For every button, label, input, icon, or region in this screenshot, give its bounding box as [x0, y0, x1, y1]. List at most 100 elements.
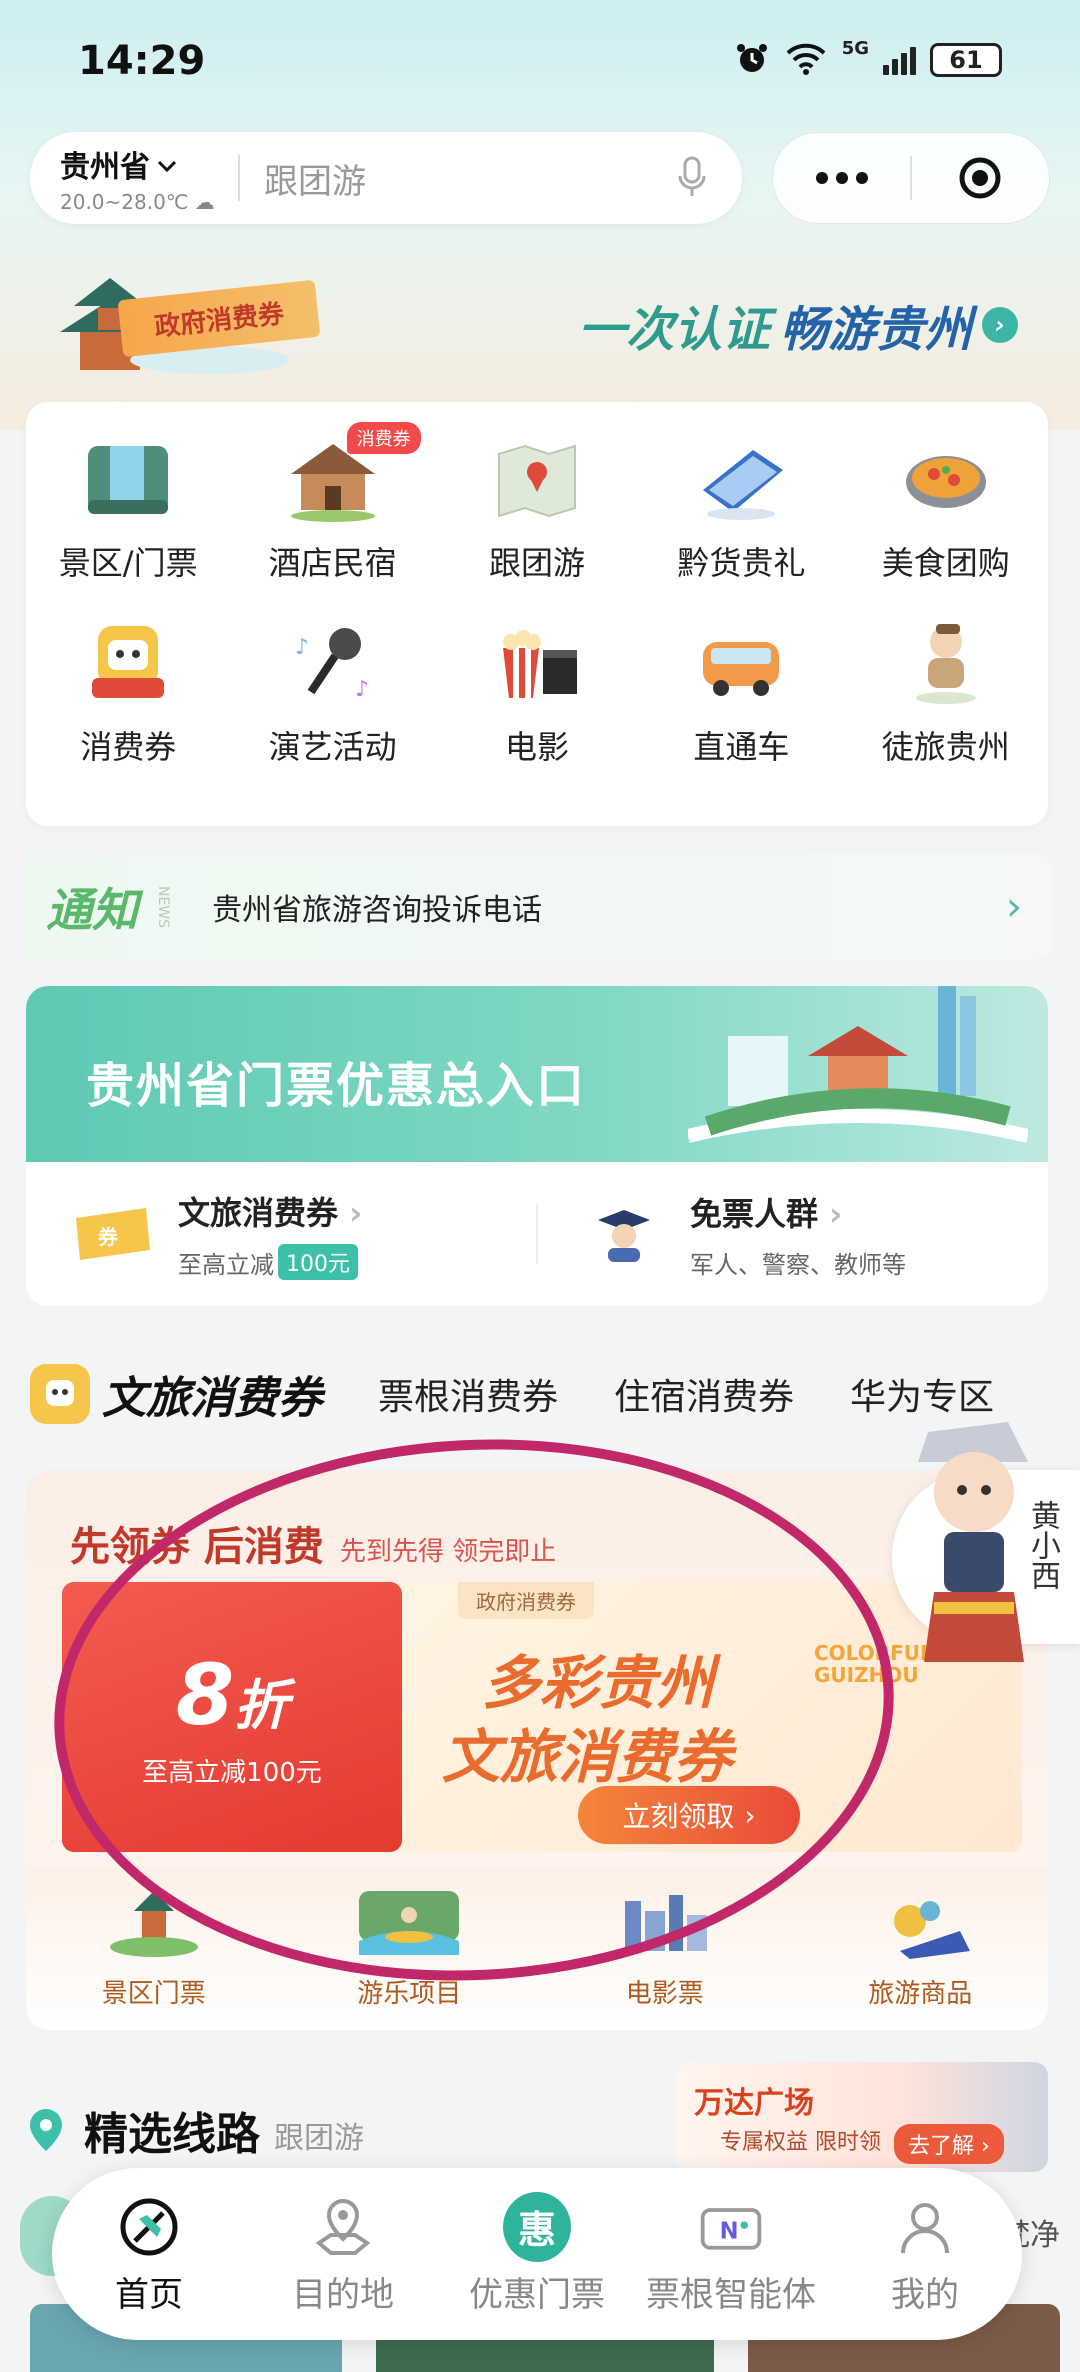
coupon-ticket-icon: 券: [70, 1204, 154, 1264]
banner-slogan[interactable]: 一次认证 畅游贵州 ›: [578, 290, 1018, 360]
ticket-entry-card: 贵州省门票优惠总入口 券 文旅消费券 › 至高立减 100元 免票人群 › 军人…: [26, 986, 1048, 1306]
grid-item-hiking[interactable]: 徒旅贵州: [844, 614, 1048, 768]
tab-label: 优惠门票: [469, 2274, 605, 2315]
ticket-sub-row: 券 文旅消费券 › 至高立减 100元 免票人群 › 军人、警察、教师等: [26, 1162, 1048, 1306]
grid-item-movie[interactable]: 电影: [435, 614, 639, 768]
voucher-entry[interactable]: 券 文旅消费券 › 至高立减 100元: [26, 1188, 536, 1280]
notice-text: 贵州省旅游咨询投诉电话: [212, 893, 543, 928]
svg-text:N: N: [720, 2218, 739, 2244]
ad-title: 万达广场: [694, 2086, 814, 2121]
grid-item-coupon[interactable]: 消费券: [26, 614, 230, 768]
tab-label: 我的: [891, 2274, 959, 2315]
goods-icon: [850, 1881, 990, 1961]
map-icon: [489, 430, 585, 526]
cloud-icon: ☁: [194, 190, 215, 214]
routes-title: 精选线路: [84, 2109, 260, 2160]
chevron-right-icon: ›: [982, 307, 1018, 343]
battery-icon: 61: [930, 43, 1002, 77]
tab-label: 首页: [115, 2274, 183, 2315]
graduate-icon: [582, 1204, 666, 1264]
bottom-tab-bar: 首页 目的地 惠 优惠门票 N 票根智能体 我的: [52, 2168, 1022, 2340]
voucher-mascot-icon: [30, 1364, 90, 1424]
waterfall-icon: [80, 430, 176, 526]
hui-glyph: 惠: [503, 2191, 571, 2262]
bus-icon: [693, 614, 789, 710]
tab-profile[interactable]: 我的: [830, 2193, 1020, 2316]
category-label: 旅游商品: [868, 1979, 973, 2009]
tab-label: 目的地: [292, 2274, 394, 2315]
tab-lodging[interactable]: 住宿消费券: [614, 1368, 794, 1420]
location-name: 贵州省: [60, 142, 238, 186]
category-travel-goods[interactable]: 旅游商品: [793, 1866, 1049, 2030]
home-icon: [115, 2193, 183, 2261]
grid-item-group-tour[interactable]: 跟团游: [435, 430, 639, 584]
tab-home[interactable]: 首页: [54, 2193, 244, 2316]
svg-text:券: 券: [97, 1225, 119, 1249]
more-icon[interactable]: [773, 172, 910, 184]
free-ticket-entry[interactable]: 免票人群 › 军人、警察、教师等: [538, 1189, 1048, 1280]
weather-temp: 20.0~28.0℃ ☁: [60, 190, 238, 214]
mascot-name: 黄小西: [1025, 1500, 1060, 1590]
chevron-down-icon: [156, 147, 178, 182]
search-bar[interactable]: 贵州省 20.0~28.0℃ ☁ 跟团游: [30, 132, 742, 224]
voucher-entry-label: 文旅消费券: [178, 1194, 339, 1232]
coupon-icon: [80, 614, 176, 710]
voucher-entry-title: 文旅消费券 ›: [178, 1188, 362, 1234]
tab-destination[interactable]: 目的地: [248, 2193, 438, 2316]
grid-label: 美食团购: [881, 544, 1010, 582]
search-input[interactable]: 跟团游: [240, 154, 672, 203]
grid-label: 黔货贵礼: [677, 544, 806, 582]
destination-icon: [309, 2193, 377, 2261]
notice-bar[interactable]: 通知 NEWS 贵州省旅游咨询投诉电话 ›: [22, 854, 1052, 960]
grid-item-scenic[interactable]: 景区/门票: [26, 430, 230, 584]
grid-item-hotel[interactable]: 消费券 酒店民宿: [230, 422, 434, 584]
grid-label: 消费券: [80, 728, 177, 766]
ticket-banner[interactable]: 贵州省门票优惠总入口: [26, 986, 1048, 1162]
service-grid-card: 景区/门票 消费券 酒店民宿 跟团游 黔货贵礼 美食团购 消费券 ♪ ♪ 演艺活…: [26, 402, 1048, 826]
slogan-part-a: 一次认证: [577, 302, 770, 358]
grid-label: 电影: [504, 728, 569, 766]
svg-text:♪: ♪: [295, 635, 309, 660]
grid-item-shows[interactable]: ♪ ♪ 演艺活动: [230, 614, 434, 768]
close-target-icon[interactable]: [912, 155, 1049, 201]
notice-sub: NEWS: [155, 885, 172, 929]
free-entry-title: 免票人群 ›: [690, 1189, 906, 1235]
grid-item-shuttle[interactable]: 直通车: [639, 614, 843, 768]
category-label: 电影票: [625, 1979, 704, 2009]
microphone-icon[interactable]: [672, 150, 712, 206]
ad-learn-more-button[interactable]: 去了解 ›: [894, 2124, 1004, 2164]
slogan-part-b: 畅游贵州: [779, 302, 972, 358]
signal-icon: [883, 45, 916, 75]
house-icon: 消费券: [285, 422, 421, 526]
tab-ticket-ai[interactable]: N 票根智能体: [636, 2193, 826, 2316]
grid-item-gifts[interactable]: 黔货贵礼: [639, 430, 843, 584]
grid-label: 酒店民宿: [268, 544, 397, 582]
voucher-amount: 100元: [278, 1244, 358, 1280]
alarm-icon: [734, 40, 770, 80]
category-label: 景区门票: [101, 1979, 206, 2009]
coupon-badge: 消费券: [346, 422, 421, 454]
hui-icon: 惠: [503, 2191, 571, 2262]
grid-label: 跟团游: [488, 544, 585, 582]
tab-culture-voucher[interactable]: 文旅消费券: [30, 1362, 322, 1426]
grid-label: 徒旅贵州: [881, 728, 1010, 766]
tab-ticket-stub[interactable]: 票根消费券: [378, 1368, 558, 1420]
grid-label: 直通车: [693, 728, 790, 766]
location-selector[interactable]: 贵州省 20.0~28.0℃ ☁: [30, 142, 238, 214]
microphone-icon: ♪ ♪: [285, 614, 381, 710]
tab-active-label: 文旅消费券: [102, 1373, 322, 1424]
wanda-ad[interactable]: 万达广场 专属权益 限时领 去了解 ›: [676, 2062, 1048, 2172]
grid-item-food[interactable]: 美食团购: [844, 430, 1048, 584]
food-icon: [898, 430, 994, 526]
tab-discount-tickets[interactable]: 惠 优惠门票: [442, 2191, 632, 2316]
network-label: 5G: [841, 38, 869, 59]
ticket-ai-icon: N: [697, 2193, 765, 2261]
ad-desc: 专属权益 限时领: [720, 2130, 881, 2155]
location-label: 贵州省: [60, 150, 150, 185]
wifi-icon: [784, 41, 828, 79]
landmark-illustration: [688, 986, 1028, 1143]
gift-icon: [693, 430, 789, 526]
profile-icon: [891, 2193, 959, 2261]
status-time: 14:29: [78, 38, 206, 84]
chevron-right-icon: ›: [1006, 884, 1022, 930]
